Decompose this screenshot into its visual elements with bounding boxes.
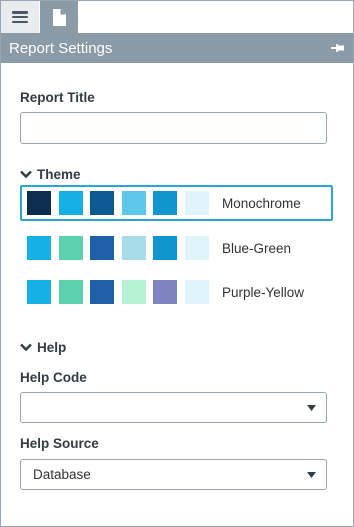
color-swatch [184,191,209,215]
caret-down-icon [307,405,316,411]
chevron-down-icon [20,170,32,179]
color-swatch [153,236,177,260]
pin-icon[interactable] [331,43,345,53]
theme-option[interactable]: Purple-Yellow [20,274,333,310]
color-swatch [153,280,177,304]
color-swatch [184,236,209,260]
theme-section-toggle[interactable]: Theme [20,167,81,182]
report-title-label: Report Title [20,90,95,105]
color-swatch [121,280,146,304]
tab-strip [1,1,353,33]
panel-title: Report Settings [9,39,113,57]
hamburger-icon [12,11,28,23]
help-code-select[interactable] [20,392,327,423]
color-swatch [27,236,51,260]
report-title-input[interactable] [20,112,327,144]
color-swatch [121,236,146,260]
document-tab[interactable] [40,1,78,33]
color-swatch [27,191,51,215]
help-source-value: Database [33,467,91,482]
panel-header: Report Settings [1,33,353,63]
caret-down-icon [307,472,316,478]
color-swatch [90,191,114,215]
color-swatch [27,280,51,304]
color-swatch [90,236,114,260]
color-swatch [58,236,83,260]
color-swatch [153,191,177,215]
help-code-label: Help Code [20,370,87,385]
help-label: Help [37,340,67,355]
theme-option[interactable]: Monochrome [20,185,333,221]
help-source-label: Help Source [20,436,99,451]
theme-option-name: Purple-Yellow [222,284,305,300]
color-swatch [58,280,83,304]
help-source-select[interactable]: Database [20,459,327,490]
color-swatch [184,280,209,304]
chevron-down-icon [20,343,32,352]
report-settings-panel: Report Settings Report Title Theme Monoc… [0,0,354,527]
theme-option[interactable]: Blue-Green [20,230,333,266]
document-icon [53,8,66,26]
theme-option-name: Monochrome [222,195,301,211]
theme-option-name: Blue-Green [222,240,292,256]
color-swatch [90,280,114,304]
help-section-toggle[interactable]: Help [20,340,66,355]
theme-label: Theme [37,167,81,182]
color-swatch [121,191,146,215]
color-swatch [58,191,83,215]
menu-tab[interactable] [1,1,39,33]
